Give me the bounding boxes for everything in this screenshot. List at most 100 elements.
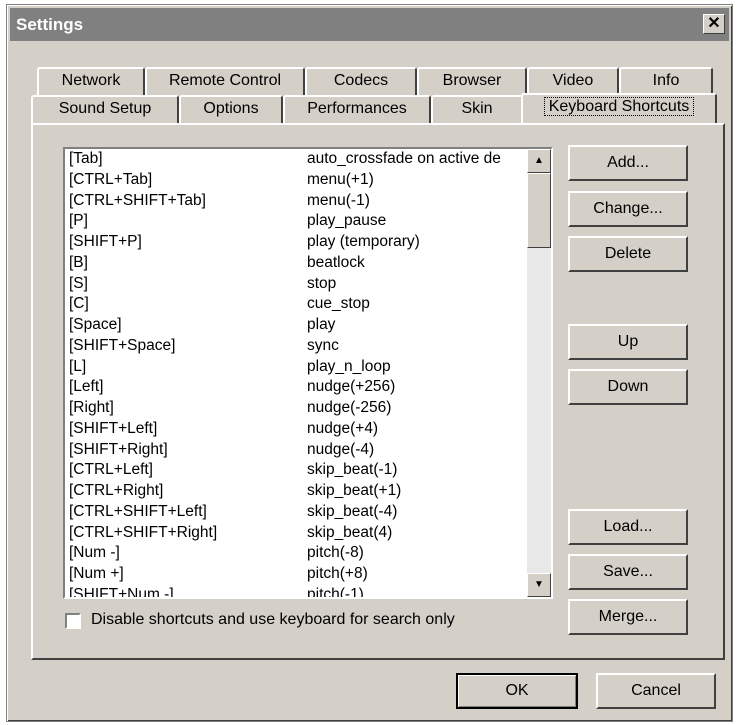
shortcut-action: menu(-1) [307,191,370,209]
down-button[interactable]: Down [568,369,688,405]
shortcut-row[interactable]: [SHIFT+Left] nudge(+4) [67,419,525,440]
settings-dialog: Settings ✕ Network Remote Control Codecs… [6,4,733,722]
shortcut-action: skip_beat(-1) [307,461,398,479]
vertical-scrollbar[interactable]: ▲ ▼ [527,149,551,597]
shortcut-row[interactable]: [Tab] auto_crossfade on active de [67,149,525,170]
shortcut-key: [SHIFT+Left] [69,419,158,437]
tab-browser[interactable]: Browser [417,67,527,95]
shortcut-row[interactable]: [CTRL+SHIFT+Tab] menu(-1) [67,191,525,212]
shortcut-row[interactable]: [CTRL+SHIFT+Right] skip_beat(4) [67,523,525,544]
tab-network[interactable]: Network [37,67,145,95]
shortcut-key: [Num +] [69,565,124,582]
save-button[interactable]: Save... [568,554,688,590]
shortcut-action: skip_beat(4) [307,523,393,541]
shortcut-action: nudge(-256) [307,399,392,416]
shortcut-action: play_n_loop [307,357,391,375]
shortcut-key: [CTRL+Left] [69,461,153,479]
shortcut-action: cue_stop [307,295,370,313]
shortcut-key: [P] [69,212,88,230]
shortcut-key: [CTRL+Tab] [69,170,153,188]
scroll-up-arrow-icon[interactable]: ▲ [527,149,551,173]
shortcut-action: skip_beat(+1) [307,482,402,499]
add-button[interactable]: Add... [568,145,688,181]
tab-sound-setup[interactable]: Sound Setup [31,95,179,123]
shortcut-key: [SHIFT+Num -] [69,585,174,599]
change-button[interactable]: Change... [568,191,688,227]
shortcut-action: play [307,316,336,333]
shortcut-action: auto_crossfade on active de [307,150,501,167]
scroll-down-arrow-icon[interactable]: ▼ [527,573,551,597]
shortcut-action: beatlock [307,253,365,271]
keyboard-shortcuts-panel: [Tab] auto_crossfade on active de [CTRL+Ta… [31,123,725,660]
disable-shortcuts-label: Disable shortcuts and use keyboard for s… [91,611,455,628]
tab-video[interactable]: Video [527,67,619,95]
shortcut-action: pitch(-1) [307,585,364,599]
shortcut-row[interactable]: [CTRL+Left] skip_beat(-1) [67,460,525,481]
shortcut-action: sync [307,336,339,354]
tab-info[interactable]: Info [619,67,713,95]
shortcut-row[interactable]: [CTRL+Right] skip_beat(+1) [67,481,525,502]
shortcut-action: nudge(+4) [307,419,379,437]
shortcut-row[interactable]: [C] cue_stop [67,294,525,315]
shortcut-key: [SHIFT+Right] [69,440,168,458]
shortcut-key: [Num -] [69,544,120,562]
shortcut-row[interactable]: [SHIFT+P] play (temporary) [67,232,525,253]
ok-button[interactable]: OK [456,673,578,709]
disable-shortcuts-checkbox[interactable] [65,613,81,629]
tab-codecs[interactable]: Codecs [305,67,417,95]
shortcut-row[interactable]: [CTRL+SHIFT+Left] skip_beat(-4) [67,502,525,523]
delete-button[interactable]: Delete [568,236,688,272]
tab-remote-control[interactable]: Remote Control [145,67,305,95]
close-button[interactable]: ✕ [703,14,725,34]
shortcut-key: [C] [69,295,89,313]
cancel-button[interactable]: Cancel [596,673,716,709]
shortcut-key: [Tab] [69,150,103,167]
shortcut-key: [B] [69,253,88,271]
shortcut-action: nudge(+256) [307,378,396,396]
shortcut-key: [Right] [69,399,114,416]
scroll-thumb[interactable] [527,173,551,248]
tab-keyboard-shortcuts[interactable]: Keyboard Shortcuts [521,93,717,123]
shortcut-action: play_pause [307,212,387,230]
shortcut-action: skip_beat(-4) [307,502,398,520]
shortcut-row[interactable]: [CTRL+Tab] menu(+1) [67,170,525,191]
shortcut-row[interactable]: [P] play_pause [67,211,525,232]
merge-button[interactable]: Merge... [568,599,688,635]
shortcut-action: play (temporary) [307,233,420,250]
shortcut-action: stop [307,274,337,292]
shortcut-row[interactable]: [Right] nudge(-256) [67,398,525,419]
shortcut-key: [SHIFT+Space] [69,336,176,354]
shortcut-row[interactable]: [SHIFT+Space] sync [67,336,525,357]
shortcut-row[interactable]: [Space] play [67,315,525,336]
shortcut-row[interactable]: [Num -] pitch(-8) [67,543,525,564]
shortcut-key: [L] [69,357,87,375]
tab-options[interactable]: Options [179,95,283,123]
window-title: Settings [16,15,84,34]
shortcut-key: [CTRL+SHIFT+Left] [69,502,207,520]
shortcut-row[interactable]: [B] beatlock [67,253,525,274]
shortcut-row[interactable]: [S] stop [67,274,525,295]
shortcut-key: [CTRL+SHIFT+Right] [69,523,218,541]
tab-skin[interactable]: Skin [431,95,523,123]
shortcut-key: [SHIFT+P] [69,233,142,250]
shortcut-row[interactable]: [Num +] pitch(+8) [67,564,525,585]
shortcut-key: [Space] [69,316,122,333]
shortcuts-rows: [Tab] auto_crossfade on active de [CTRL+Ta… [67,149,525,599]
title-bar: Settings ✕ [10,8,729,41]
up-button[interactable]: Up [568,324,688,360]
shortcut-key: [S] [69,274,88,292]
shortcut-row[interactable]: [L] play_n_loop [67,357,525,378]
shortcut-key: [CTRL+SHIFT+Tab] [69,191,206,209]
load-button[interactable]: Load... [568,509,688,545]
shortcuts-list[interactable]: [Tab] auto_crossfade on active de [CTRL+Ta… [63,147,553,599]
shortcut-row[interactable]: [SHIFT+Right] nudge(-4) [67,440,525,461]
shortcut-key: [Left] [69,378,104,396]
shortcut-action: pitch(+8) [307,565,368,582]
shortcut-action: menu(+1) [307,170,374,188]
shortcut-row[interactable]: [Left] nudge(+256) [67,377,525,398]
shortcut-action: pitch(-8) [307,544,364,562]
shortcut-key: [CTRL+Right] [69,482,164,499]
shortcut-row[interactable]: [SHIFT+Num -] pitch(-1) [67,585,525,599]
tab-performances[interactable]: Performances [283,95,431,123]
shortcut-action: nudge(-4) [307,440,375,458]
